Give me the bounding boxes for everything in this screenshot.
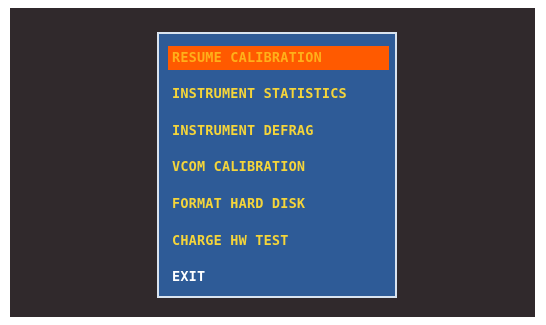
- menu-item-resume-calibration[interactable]: RESUME CALIBRATION: [168, 46, 389, 70]
- menu-item-vcom-calibration[interactable]: VCOM CALIBRATION: [168, 155, 389, 179]
- menu-item-format-hard-disk[interactable]: FORMAT HARD DISK: [168, 192, 389, 216]
- menu-item-charge-hw-test[interactable]: CHARGE HW TEST: [168, 229, 389, 253]
- menu-item-instrument-defrag[interactable]: INSTRUMENT DEFRAG: [168, 119, 389, 143]
- menu-item-instrument-statistics[interactable]: INSTRUMENT STATISTICS: [168, 82, 389, 106]
- device-screen: RESUME CALIBRATION INSTRUMENT STATISTICS…: [10, 8, 535, 317]
- menu-item-exit[interactable]: EXIT: [168, 265, 389, 289]
- service-menu-panel: RESUME CALIBRATION INSTRUMENT STATISTICS…: [157, 32, 397, 298]
